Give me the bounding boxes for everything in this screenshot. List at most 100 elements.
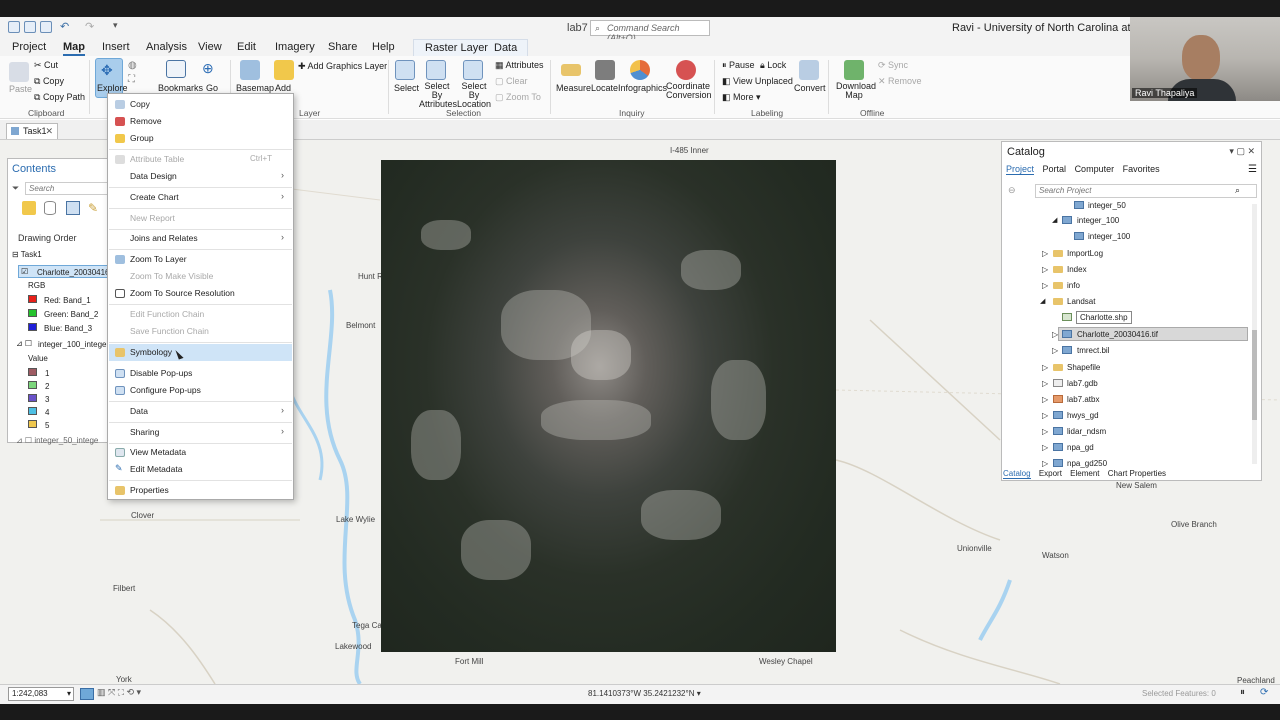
tab-project[interactable]: Project xyxy=(1006,164,1035,175)
selection-icon[interactable] xyxy=(66,201,80,215)
download-map-button[interactable]: Download Map xyxy=(836,82,876,100)
menu-item-disable-popups[interactable]: Disable Pop-ups xyxy=(109,365,292,382)
tab-catalog[interactable]: Catalog xyxy=(1003,469,1031,479)
menu-item-data-design[interactable]: Data Design › xyxy=(109,168,292,185)
new-project-icon[interactable] xyxy=(8,21,20,33)
layer-visibility-checkbox[interactable]: ⊿ ☐ xyxy=(16,339,32,348)
collapse-icon[interactable]: ▷ xyxy=(1042,265,1048,274)
search-icon[interactable]: ⌕ xyxy=(1235,185,1240,196)
tab-raster-layer[interactable]: Raster Layer xyxy=(425,42,488,54)
select-button[interactable]: Select xyxy=(394,83,419,93)
menu-item-zoom-source-resolution[interactable]: Zoom To Source Resolution xyxy=(109,285,292,302)
zoom-in-icon[interactable]: ⛶ xyxy=(128,74,135,85)
close-icon[interactable]: ✕ xyxy=(45,126,53,137)
tab-chart-properties[interactable]: Chart Properties xyxy=(1108,469,1166,478)
menu-item-copy[interactable]: Copy xyxy=(109,96,292,113)
layer-row-partial[interactable]: ⊿ ☐ integer_50_intege xyxy=(16,436,98,445)
copy-button[interactable]: ⧉ Copy xyxy=(34,76,64,87)
catalog-search-input[interactable]: Search Project xyxy=(1035,184,1257,198)
tab-favorites[interactable]: Favorites xyxy=(1123,164,1160,174)
customize-toolbar-icon[interactable]: ▾ xyxy=(113,20,118,31)
menu-item-properties[interactable]: Properties xyxy=(109,482,292,499)
clear-selection-button[interactable]: ▢ Clear xyxy=(495,76,528,87)
menu-item-joins-relates[interactable]: Joins and Relates › xyxy=(109,230,292,247)
catalog-item[interactable]: lidar_ndsm xyxy=(1067,427,1106,436)
menu-icon[interactable]: ☰ xyxy=(1248,164,1257,175)
snapping-icons[interactable]: ▥ ⤧ ⛶ ⟲ ▾ xyxy=(97,687,141,698)
menu-item-group[interactable]: Group xyxy=(109,130,292,147)
tab-project[interactable]: Project xyxy=(12,41,46,53)
data-source-icon[interactable] xyxy=(44,201,56,215)
catalog-item[interactable]: Shapefile xyxy=(1067,363,1100,372)
collapse-icon[interactable]: ▷ xyxy=(1042,443,1048,452)
catalog-item-rename[interactable]: Charlotte.shp xyxy=(1076,311,1132,324)
catalog-item[interactable]: npa_gd250 xyxy=(1067,459,1107,468)
explore-button[interactable]: Explore xyxy=(97,83,128,93)
selected-layer-row[interactable]: ☑ Charlotte_20030416.tif xyxy=(18,265,118,278)
collapse-icon[interactable]: ▷ xyxy=(1052,330,1058,339)
collapse-icon[interactable]: ▷ xyxy=(1042,379,1048,388)
catalog-item[interactable]: info xyxy=(1067,281,1080,290)
tab-edit[interactable]: Edit xyxy=(237,41,256,53)
add-data-button[interactable]: Add xyxy=(275,83,291,93)
cut-button[interactable]: ✂ Cut xyxy=(34,60,58,71)
collapse-icon[interactable]: ▷ xyxy=(1042,411,1048,420)
sync-button[interactable]: ⟳ Sync xyxy=(878,60,908,71)
select-by-attributes-button[interactable]: Select By Attributes xyxy=(419,82,457,109)
catalog-item[interactable]: lab7.gdb xyxy=(1067,379,1098,388)
grid-view-icon[interactable] xyxy=(80,688,94,700)
remove-offline-button[interactable]: ✕ Remove xyxy=(878,76,922,87)
select-by-location-button[interactable]: Select By Location xyxy=(456,82,492,109)
collapse-icon[interactable]: ▷ xyxy=(1042,459,1048,468)
collapse-icon[interactable]: ▷ xyxy=(1042,427,1048,436)
layer-name[interactable]: integer_100_integer xyxy=(38,340,109,349)
editing-icon[interactable]: ✎ xyxy=(88,201,98,215)
collapse-icon[interactable]: ▷ xyxy=(1042,249,1048,258)
menu-item-data[interactable]: Data › xyxy=(109,403,292,420)
command-search-input[interactable]: ⌕ Command Search (Alt+Q) xyxy=(590,20,710,43)
expand-icon[interactable]: ◢ xyxy=(1052,216,1057,224)
menu-item-edit-function-chain[interactable]: Edit Function Chain xyxy=(109,306,292,323)
tab-element[interactable]: Element xyxy=(1070,469,1099,478)
menu-item-edit-metadata[interactable]: ✎ Edit Metadata xyxy=(109,461,292,478)
back-icon[interactable]: ⊖ xyxy=(1008,185,1016,196)
refresh-icon[interactable]: ⟳ xyxy=(1260,687,1268,698)
menu-item-view-metadata[interactable]: View Metadata xyxy=(109,444,292,461)
menu-item-new-report[interactable]: New Report xyxy=(109,210,292,227)
tab-share[interactable]: Share xyxy=(328,41,357,53)
catalog-item[interactable]: Landsat xyxy=(1067,297,1095,306)
menu-item-save-function-chain[interactable]: Save Function Chain xyxy=(109,323,292,340)
basemap-button[interactable]: Basemap xyxy=(236,83,274,93)
filter-icon[interactable]: ⏷ xyxy=(12,183,19,194)
zoom-to-selection-button[interactable]: ▢ Zoom To xyxy=(495,92,541,103)
expand-icon[interactable]: ◢ xyxy=(1040,297,1045,305)
map-item[interactable]: ⊟ Task1 xyxy=(12,250,42,259)
collapse-icon[interactable]: ▷ xyxy=(1042,395,1048,404)
paste-button[interactable]: Paste xyxy=(9,84,32,94)
tab-map[interactable]: Map xyxy=(63,41,85,56)
measure-button[interactable]: Measure xyxy=(556,83,591,93)
tab-insert[interactable]: Insert xyxy=(102,41,130,53)
tab-help[interactable]: Help xyxy=(372,41,395,53)
tab-analysis[interactable]: Analysis xyxy=(146,41,187,53)
map-view-tab[interactable]: Task1 ✕ xyxy=(6,123,58,139)
menu-item-attribute-table[interactable]: Attribute Table Ctrl+T xyxy=(109,151,292,168)
catalog-item[interactable]: Charlotte_20030416.tif xyxy=(1077,330,1158,339)
scrollbar-thumb[interactable] xyxy=(1252,330,1257,420)
catalog-item[interactable]: ImportLog xyxy=(1067,249,1103,258)
catalog-item[interactable]: hwys_gd xyxy=(1067,411,1099,420)
menu-item-configure-popups[interactable]: Configure Pop-ups xyxy=(109,382,292,399)
menu-item-create-chart[interactable]: Create Chart › xyxy=(109,189,292,206)
bookmarks-button[interactable]: Bookmarks xyxy=(158,83,203,93)
attributes-button[interactable]: ▦ Attributes xyxy=(495,60,544,71)
menu-item-zoom-to-visible[interactable]: Zoom To Make Visible xyxy=(109,268,292,285)
catalog-item[interactable]: integer_50 xyxy=(1088,201,1126,210)
drawing-order-icon[interactable] xyxy=(22,201,36,215)
open-project-icon[interactable] xyxy=(24,21,36,33)
menu-item-symbology[interactable]: Symbology xyxy=(109,344,292,361)
lock-labels-button[interactable]: 🔒︎ Lock xyxy=(760,60,786,71)
catalog-item[interactable]: lab7.atbx xyxy=(1067,395,1099,404)
copy-path-button[interactable]: ⧉ Copy Path xyxy=(34,92,85,103)
pane-window-controls[interactable]: ▾ ▢ ✕ xyxy=(1229,146,1255,157)
tab-imagery[interactable]: Imagery xyxy=(275,41,315,53)
